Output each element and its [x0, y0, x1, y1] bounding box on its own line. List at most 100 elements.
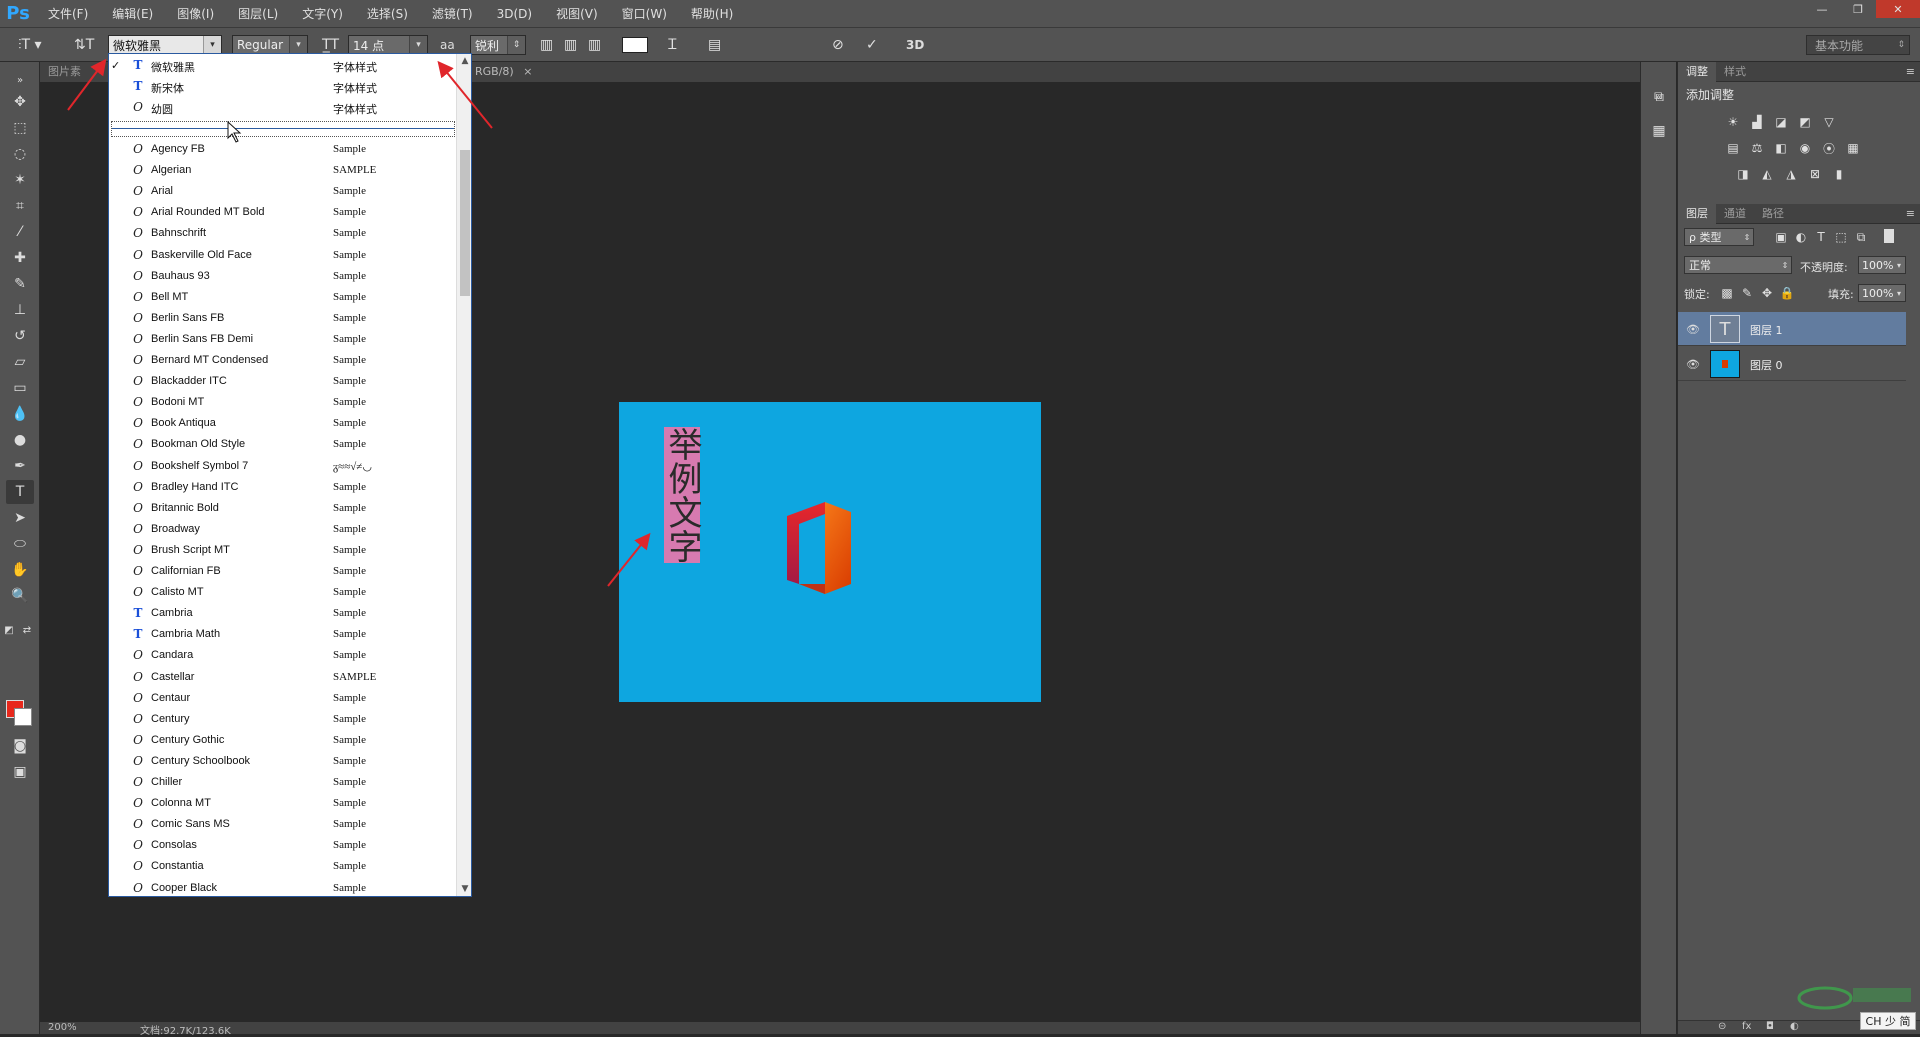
filter-adjustment-icon[interactable]: ◐	[1792, 229, 1810, 245]
fill-field[interactable]: 100% ▾	[1858, 284, 1906, 302]
tab-layers[interactable]: 图层	[1678, 204, 1716, 224]
panel-menu-icon[interactable]: ≡	[1906, 204, 1915, 224]
filter-toggle[interactable]	[1884, 229, 1894, 243]
swap-colors-icon[interactable]: ⇄	[20, 618, 34, 642]
font-list-item[interactable]: O Century Schoolbook Sample	[109, 752, 455, 773]
visibility-eye-icon[interactable]: 👁	[1686, 322, 1700, 336]
gradient-map-icon[interactable]: ▮	[1830, 166, 1848, 182]
font-list-item[interactable]: O Bookshelf Symbol 7 ᵹ≈≈√≠◡	[109, 457, 455, 478]
lock-position-icon[interactable]: ✥	[1758, 285, 1776, 301]
restore-button[interactable]: ❐	[1840, 0, 1876, 18]
photo-filter-icon[interactable]: ◉	[1796, 140, 1814, 156]
exposure-icon[interactable]: ◩	[1796, 114, 1814, 130]
font-list-item[interactable]: O Bodoni MT Sample	[109, 393, 455, 414]
background-color-swatch[interactable]	[14, 708, 32, 726]
stamp-tool-icon[interactable]: ⊥	[6, 298, 34, 322]
healing-brush-tool-icon[interactable]: ✚	[6, 246, 34, 270]
document-tab-active[interactable]: RGB/8) ×	[467, 62, 540, 82]
tab-channels[interactable]: 通道	[1716, 204, 1754, 224]
menu-item[interactable]: 视图(V)	[544, 0, 610, 28]
menu-item[interactable]: 图像(I)	[165, 0, 226, 28]
channel-mixer-icon[interactable]: ⦿	[1820, 140, 1838, 156]
font-list-item[interactable]: O Bernard MT Condensed Sample	[109, 351, 455, 372]
anti-alias-dropdown[interactable]: 锐利 ⇕	[470, 35, 526, 55]
panel-menu-icon[interactable]: ≡	[1906, 62, 1915, 82]
font-list-item[interactable]: O Bahnschrift Sample	[109, 224, 455, 245]
posterize-icon[interactable]: ◭	[1758, 166, 1776, 182]
font-list-item[interactable]: O Book Antiqua Sample	[109, 414, 455, 435]
visibility-eye-icon[interactable]: 👁	[1686, 357, 1700, 371]
scroll-up-arrow-icon[interactable]: ▲	[457, 54, 471, 68]
pen-tool-icon[interactable]: ✒	[6, 454, 34, 478]
font-list-item[interactable]: O Century Sample	[109, 710, 455, 731]
magic-wand-tool-icon[interactable]: ✶	[6, 168, 34, 192]
tab-adjustments[interactable]: 调整	[1678, 62, 1716, 82]
color-balance-icon[interactable]: ⚖	[1748, 140, 1766, 156]
blend-mode-dropdown[interactable]: 正常 ⇕	[1684, 256, 1792, 274]
hand-tool-icon[interactable]: ✋	[6, 558, 34, 582]
toggle-orientation-icon[interactable]: ⇅T	[74, 34, 94, 56]
lock-pixels-icon[interactable]: ✎	[1738, 285, 1756, 301]
font-list-item[interactable]: O Calisto MT Sample	[109, 583, 455, 604]
font-list-item[interactable]: O Bradley Hand ITC Sample	[109, 478, 455, 499]
warp-text-icon[interactable]: Ꮖ	[668, 34, 677, 56]
font-list-item[interactable]: O Centaur Sample	[109, 689, 455, 710]
font-list-item[interactable]: O Chiller Sample	[109, 773, 455, 794]
filter-pixel-icon[interactable]: ▣	[1772, 229, 1790, 245]
menu-item[interactable]: 滤镜(T)	[420, 0, 485, 28]
layer-name[interactable]: 图层 1	[1750, 322, 1783, 338]
path-selection-tool-icon[interactable]: ➤	[6, 506, 34, 530]
opacity-field[interactable]: 100% ▾	[1858, 256, 1906, 274]
font-list-item[interactable]: O Brush Script MT Sample	[109, 541, 455, 562]
properties-panel-icon[interactable]: ▦	[1648, 120, 1670, 142]
font-list-item[interactable]: O Baskerville Old Face Sample	[109, 246, 455, 267]
font-list-item[interactable]: T 新宋体 字体样式	[109, 77, 455, 98]
lasso-tool-icon[interactable]: ◌	[6, 142, 34, 166]
font-list-scrollbar[interactable]: ▲ ▼	[456, 54, 471, 896]
character-panel-icon[interactable]: ▤	[708, 34, 721, 56]
minimize-button[interactable]: —	[1804, 0, 1840, 18]
mask-icon[interactable]: ◘	[1766, 1021, 1774, 1032]
menu-item[interactable]: 文字(Y)	[290, 0, 355, 28]
chevron-down-icon[interactable]: ▾	[289, 36, 307, 54]
font-list-item[interactable]: O Comic Sans MS Sample	[109, 815, 455, 836]
font-family-dropdown[interactable]: 微软雅黑 ▾	[108, 35, 222, 55]
tab-styles[interactable]: 样式	[1716, 62, 1754, 82]
levels-icon[interactable]: ▟	[1748, 114, 1766, 130]
blur-tool-icon[interactable]: 💧	[6, 402, 34, 426]
font-list-item[interactable]: O Bauhaus 93 Sample	[109, 267, 455, 288]
font-list-item[interactable]: O Broadway Sample	[109, 520, 455, 541]
font-list-item[interactable]: O 幼圆 字体样式	[109, 98, 455, 119]
workspace-dropdown[interactable]: 基本功能 ⇕	[1806, 35, 1910, 55]
selective-color-icon[interactable]: ⊠	[1806, 166, 1824, 182]
lock-transparent-icon[interactable]: ▩	[1718, 285, 1736, 301]
font-size-dropdown[interactable]: 14 点 ▾	[348, 35, 428, 55]
threshold-icon[interactable]: ◮	[1782, 166, 1800, 182]
chevron-down-icon[interactable]: ▾	[409, 36, 427, 54]
font-list-item[interactable]: T Cambria Math Sample	[109, 625, 455, 646]
font-list-item[interactable]: O Castellar SAMPLE	[109, 668, 455, 689]
font-list-item[interactable]: O Agency FB Sample	[109, 140, 455, 161]
marquee-tool-icon[interactable]: ⬚	[6, 116, 34, 140]
font-list-item[interactable]: O Arial Rounded MT Bold Sample	[109, 203, 455, 224]
font-list-item[interactable]: O Berlin Sans FB Demi Sample	[109, 330, 455, 351]
color-lookup-icon[interactable]: ▦	[1844, 140, 1862, 156]
text-color-swatch[interactable]	[622, 37, 648, 53]
scroll-down-arrow-icon[interactable]: ▼	[457, 882, 471, 896]
font-style-dropdown[interactable]: Regular ▾	[232, 35, 308, 55]
menu-item[interactable]: 选择(S)	[355, 0, 420, 28]
layer-filter-dropdown[interactable]: ρ 类型 ⇕	[1684, 228, 1754, 246]
gradient-tool-icon[interactable]: ▭	[6, 376, 34, 400]
history-brush-tool-icon[interactable]: ↺	[6, 324, 34, 348]
vertical-type-tool-icon[interactable]: ⫶T ▾	[18, 34, 42, 56]
hue-saturation-icon[interactable]: ▤	[1724, 140, 1742, 156]
vertical-text-layer[interactable]: 举例文字	[662, 427, 702, 563]
layer-row[interactable]: 👁 图层 0	[1678, 347, 1906, 381]
menu-item[interactable]: 文件(F)	[36, 0, 100, 28]
tab-paths[interactable]: 路径	[1754, 204, 1792, 224]
eraser-tool-icon[interactable]: ▱	[6, 350, 34, 374]
font-list-item[interactable]: T Cambria Sample	[109, 604, 455, 625]
filter-shape-icon[interactable]: ⬚	[1832, 229, 1850, 245]
black-white-icon[interactable]: ◧	[1772, 140, 1790, 156]
font-list-item[interactable]: O Century Gothic Sample	[109, 731, 455, 752]
